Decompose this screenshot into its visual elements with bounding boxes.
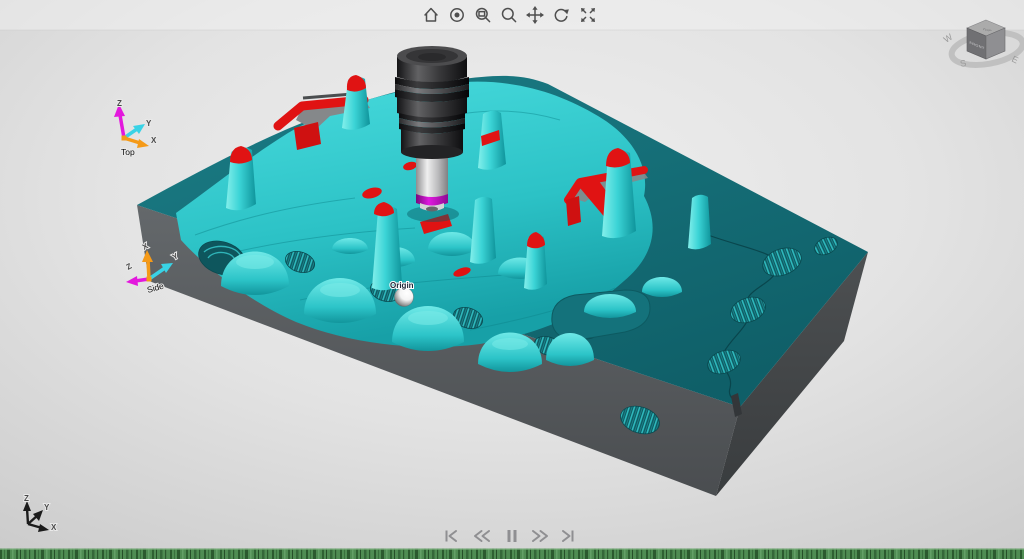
origin-label: Origin	[390, 281, 414, 290]
triad-top-x-label: X	[151, 136, 157, 145]
triad-corner-x-label: X	[51, 523, 57, 532]
timeline-highlight	[0, 548, 1024, 550]
triad-corner-y-label: Y	[44, 503, 50, 512]
simulation-timeline[interactable]	[0, 548, 1024, 559]
timeline-bar[interactable]	[0, 548, 1024, 559]
triad-top-name[interactable]: Top	[120, 146, 136, 158]
triad-corner-z-label: Z	[24, 494, 29, 503]
triad-top-y-label: Y	[146, 119, 152, 128]
origin-sphere	[394, 287, 414, 307]
top-toolbar-strip	[0, 0, 1024, 30]
triad-top-z-label: Z	[117, 99, 122, 108]
app-window: W S E TOP FRONT Origin Z Y X Top X Y Z S…	[0, 0, 1024, 559]
